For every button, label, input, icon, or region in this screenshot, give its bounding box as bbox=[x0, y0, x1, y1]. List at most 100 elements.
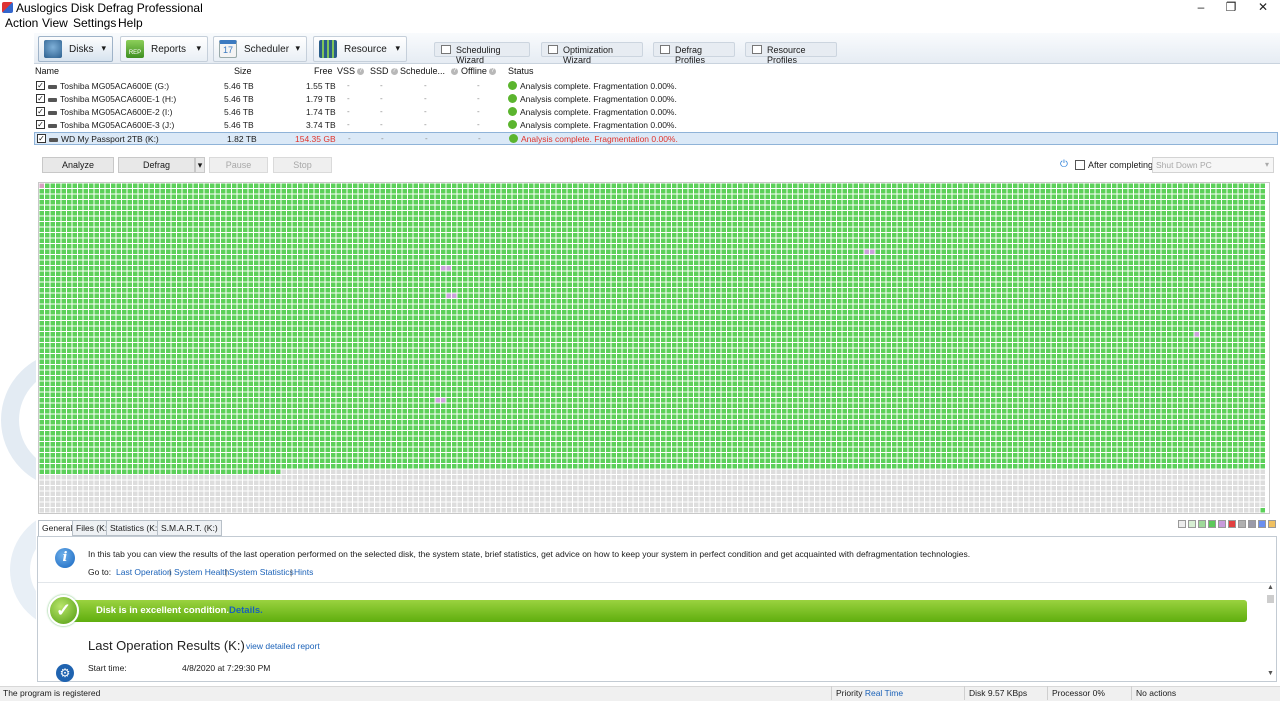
legend-swatch[interactable] bbox=[1248, 520, 1256, 528]
column-size[interactable]: Size bbox=[234, 66, 252, 76]
tab-smart[interactable]: S.M.A.R.T. (K:) bbox=[157, 520, 222, 536]
help-icon[interactable]: ? bbox=[488, 68, 496, 76]
disk-row[interactable]: ✓ Toshiba MG05ACA600E-3 (J:) 5.46 TB 3.7… bbox=[34, 119, 1278, 132]
disk-schedule: - bbox=[424, 81, 427, 90]
legend-swatch[interactable] bbox=[1238, 520, 1246, 528]
defrag-profiles-label: Defrag Profiles bbox=[675, 45, 706, 65]
view-detailed-report-link[interactable]: view detailed report bbox=[246, 641, 320, 651]
column-free[interactable]: Free bbox=[314, 66, 333, 76]
scroll-up-icon[interactable]: ▲ bbox=[1267, 584, 1274, 591]
disk-name: WD My Passport 2TB (K:) bbox=[61, 134, 159, 144]
scheduler-caret-icon[interactable]: ▾ bbox=[295, 43, 300, 54]
disk-row[interactable]: ✓ Toshiba MG05ACA600E-2 (I:) 5.46 TB 1.7… bbox=[34, 106, 1278, 119]
column-ssd[interactable]: SSD? bbox=[370, 66, 398, 76]
resource-button[interactable]: Resource ▾ bbox=[313, 36, 407, 62]
wizard-icon bbox=[441, 45, 451, 54]
status-separator bbox=[964, 686, 965, 700]
link-hints[interactable]: Hints bbox=[294, 567, 313, 577]
disk-status: Analysis complete. Fragmentation 0.00%. bbox=[520, 107, 677, 117]
column-offline-label: Offline bbox=[461, 66, 487, 76]
disks-icon bbox=[44, 40, 62, 58]
after-completing-checkbox[interactable] bbox=[1075, 160, 1085, 170]
link-system-health[interactable]: System Health bbox=[174, 567, 229, 577]
legend-swatch[interactable] bbox=[1258, 520, 1266, 528]
disk-offline: - bbox=[477, 120, 480, 129]
results-title: Last Operation Results (K:) bbox=[88, 638, 245, 653]
cluster-used-block bbox=[1260, 508, 1265, 513]
legend-swatch[interactable] bbox=[1218, 520, 1226, 528]
defrag-profiles-button[interactable]: Defrag Profiles bbox=[653, 42, 735, 65]
reports-button[interactable]: REP Reports ▾ bbox=[120, 36, 208, 62]
stop-button[interactable]: Stop bbox=[273, 157, 332, 173]
disk-row[interactable]: ✓ Toshiba MG05ACA600E (G:) 5.46 TB 1.55 … bbox=[34, 80, 1278, 93]
scrollbar[interactable]: ▲ ▼ bbox=[1265, 584, 1276, 682]
scroll-down-icon[interactable]: ▼ bbox=[1267, 670, 1274, 677]
column-vss[interactable]: VSS? bbox=[337, 66, 365, 76]
column-status[interactable]: Status bbox=[508, 66, 534, 76]
profiles-icon bbox=[660, 45, 670, 54]
minimize-button[interactable]: – bbox=[1186, 0, 1216, 16]
status-ok-icon bbox=[508, 107, 517, 116]
optimization-wizard-button[interactable]: Optimization Wizard bbox=[541, 42, 643, 65]
column-name[interactable]: Name bbox=[35, 66, 59, 76]
scheduler-button[interactable]: 17 Scheduler ▾ bbox=[213, 36, 307, 62]
reports-caret-icon[interactable]: ▾ bbox=[196, 43, 201, 54]
drive-icon bbox=[48, 124, 57, 128]
disk-ssd: - bbox=[380, 120, 383, 129]
disk-row[interactable]: ✓ Toshiba MG05ACA600E-1 (H:) 5.46 TB 1.7… bbox=[34, 93, 1278, 106]
help-icon[interactable]: ? bbox=[451, 68, 459, 76]
legend-swatch[interactable] bbox=[1178, 520, 1186, 528]
disk-checkbox[interactable]: ✓ bbox=[36, 94, 45, 103]
menu-help[interactable]: Help bbox=[118, 16, 143, 30]
disk-checkbox[interactable]: ✓ bbox=[36, 120, 45, 129]
disk-checkbox[interactable]: ✓ bbox=[37, 134, 46, 143]
tab-statistics[interactable]: Statistics (K:) bbox=[106, 520, 165, 536]
legend-swatch[interactable] bbox=[1198, 520, 1206, 528]
status-ok-icon bbox=[508, 94, 517, 103]
legend-swatch[interactable] bbox=[1228, 520, 1236, 528]
health-details-link[interactable]: Details. bbox=[229, 605, 263, 616]
disk-offline: - bbox=[478, 134, 481, 143]
disks-caret-icon[interactable]: ▾ bbox=[101, 43, 106, 54]
maximize-button[interactable]: ❐ bbox=[1216, 0, 1246, 16]
menu-action[interactable]: Action bbox=[5, 16, 38, 30]
disk-name: Toshiba MG05ACA600E-1 (H:) bbox=[60, 94, 177, 104]
menu-view[interactable]: View bbox=[42, 16, 68, 30]
disk-vss: - bbox=[347, 107, 350, 116]
after-completing-select[interactable]: Shut Down PC ▾ bbox=[1152, 157, 1274, 173]
resource-profiles-button[interactable]: Resource Profiles bbox=[745, 42, 837, 65]
pause-button[interactable]: Pause bbox=[209, 157, 268, 173]
close-button[interactable]: ✕ bbox=[1248, 0, 1278, 16]
disk-row-selected[interactable]: ✓ WD My Passport 2TB (K:) 1.82 TB 154.35… bbox=[34, 132, 1278, 145]
scroll-thumb[interactable] bbox=[1267, 595, 1274, 603]
status-separator bbox=[1131, 686, 1132, 700]
defrag-button[interactable]: Defrag bbox=[118, 157, 195, 173]
disk-vss: - bbox=[347, 81, 350, 90]
disk-offline: - bbox=[477, 94, 480, 103]
legend-swatch[interactable] bbox=[1188, 520, 1196, 528]
disk-speed-status: Disk 9.57 KBps bbox=[969, 688, 1028, 698]
priority-value-link[interactable]: Real Time bbox=[865, 688, 903, 698]
column-schedule[interactable]: Schedule...? bbox=[400, 66, 459, 76]
resource-caret-icon[interactable]: ▾ bbox=[395, 43, 400, 54]
scheduling-wizard-button[interactable]: Scheduling Wizard bbox=[434, 42, 530, 65]
legend-swatch[interactable] bbox=[1208, 520, 1216, 528]
disk-checkbox[interactable]: ✓ bbox=[36, 107, 45, 116]
background-decoration bbox=[0, 340, 36, 680]
defrag-dropdown-button[interactable]: ▾ bbox=[195, 157, 205, 173]
disks-label: Disks bbox=[69, 44, 94, 55]
analyze-button[interactable]: Analyze bbox=[42, 157, 114, 173]
tab-general[interactable]: General bbox=[38, 520, 77, 537]
menu-settings[interactable]: Settings bbox=[73, 16, 116, 30]
help-icon[interactable]: ? bbox=[390, 68, 398, 76]
disks-button[interactable]: Disks ▾ bbox=[38, 36, 113, 62]
link-last-operation[interactable]: Last Operation bbox=[116, 567, 172, 577]
legend-swatch[interactable] bbox=[1268, 520, 1276, 528]
link-system-statistics[interactable]: System Statistics bbox=[229, 567, 294, 577]
disk-size: 1.82 TB bbox=[227, 134, 257, 144]
drive-icon bbox=[48, 111, 57, 115]
help-icon[interactable]: ? bbox=[357, 68, 365, 76]
disk-checkbox[interactable]: ✓ bbox=[36, 81, 45, 90]
column-offline[interactable]: Offline? bbox=[461, 66, 496, 76]
disk-name: Toshiba MG05ACA600E-3 (J:) bbox=[60, 120, 175, 130]
